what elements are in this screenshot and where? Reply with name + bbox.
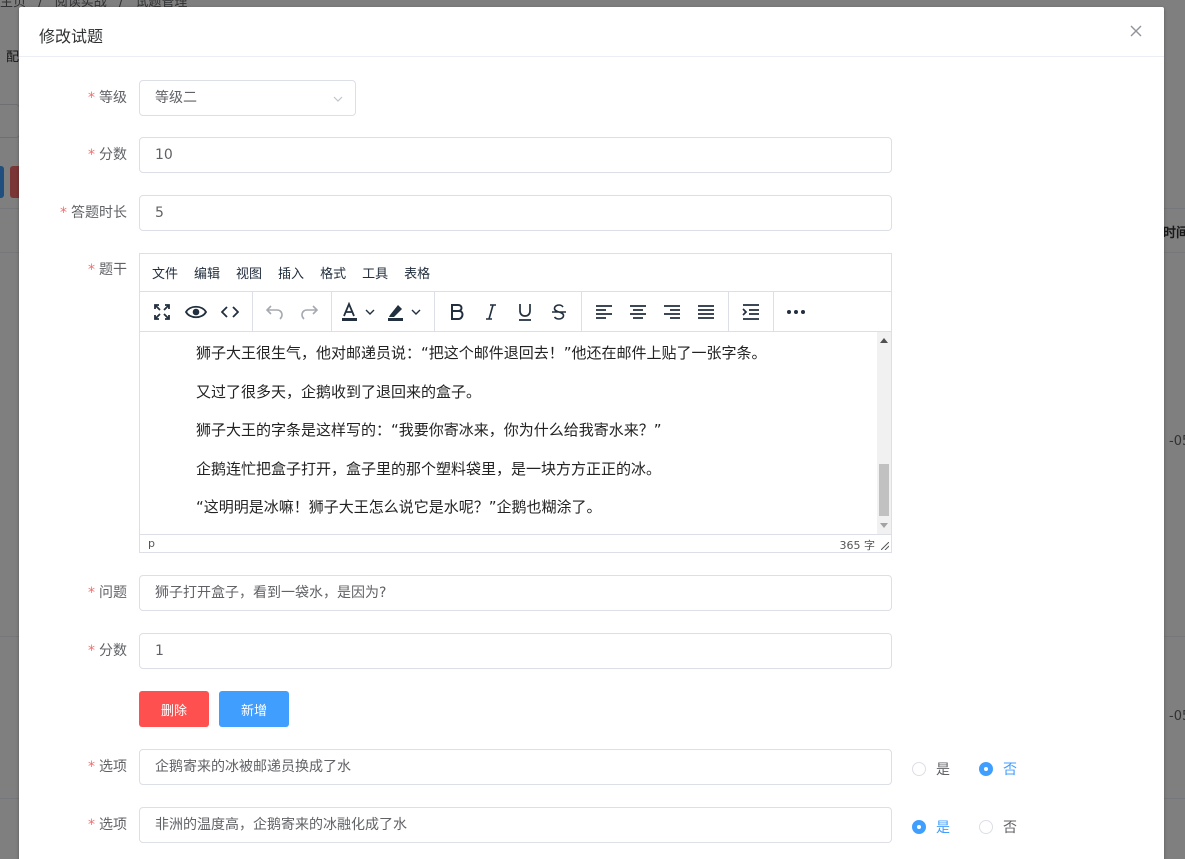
editor-menubar: 文件 编辑 视图 插入 格式 工具 表格 xyxy=(140,254,891,292)
radio-no[interactable]: 否 xyxy=(979,759,1017,779)
radio-circle xyxy=(912,820,926,834)
paragraph: 狮子大王的字条是这样写的：“我要你寄冰来，你为什么给我寄水来？” xyxy=(196,421,662,439)
scroll-down-icon[interactable] xyxy=(880,523,888,528)
label-question-score: * 分数 xyxy=(88,643,127,659)
label-text: 选项 xyxy=(99,759,127,775)
element-path[interactable]: p xyxy=(148,537,155,550)
radio-yes[interactable]: 是 xyxy=(912,759,950,779)
radio-no[interactable]: 否 xyxy=(979,817,1017,837)
add-button[interactable]: 新增 xyxy=(219,691,289,727)
edit-question-dialog: 修改试题 * 等级 等级二 * 分数 10 * 答题时长 5 * 题干 文件 编辑 视图… xyxy=(19,7,1164,859)
level-select[interactable]: 等级二 xyxy=(139,80,356,116)
duration-input[interactable]: 5 xyxy=(139,195,892,231)
question-input[interactable]: 狮子打开盒子，看到一袋水，是因为? xyxy=(139,575,892,611)
radio-yes[interactable]: 是 xyxy=(912,817,950,837)
radio-label: 否 xyxy=(1003,820,1017,836)
preview-eye-icon[interactable] xyxy=(179,295,213,329)
toolbar-group-color xyxy=(332,291,435,332)
source-code-icon[interactable] xyxy=(213,295,247,329)
label-text: 等级 xyxy=(99,90,127,106)
label-question: * 问题 xyxy=(88,585,127,601)
radio-label: 是 xyxy=(936,762,950,778)
scrollbar-thumb[interactable] xyxy=(879,464,889,516)
line-height-icon[interactable] xyxy=(734,295,768,329)
dialog-header: 修改试题 xyxy=(19,7,1164,57)
label-score: * 分数 xyxy=(88,147,127,163)
align-justify-icon[interactable] xyxy=(689,295,723,329)
menu-file[interactable]: 文件 xyxy=(152,263,178,282)
label-duration: * 答题时长 xyxy=(60,205,127,221)
align-right-icon[interactable] xyxy=(655,295,689,329)
redo-icon[interactable] xyxy=(292,295,326,329)
chevron-down-icon xyxy=(333,96,343,102)
menu-table[interactable]: 表格 xyxy=(404,263,430,282)
question-score-input[interactable]: 1 xyxy=(139,633,892,669)
editor-scrollbar[interactable] xyxy=(877,332,891,534)
dialog-title: 修改试题 xyxy=(39,27,104,46)
label-option: * 选项 xyxy=(88,817,127,833)
bold-icon[interactable] xyxy=(440,295,474,329)
undo-icon[interactable] xyxy=(258,295,292,329)
label-option: * 选项 xyxy=(88,759,127,775)
menu-tools[interactable]: 工具 xyxy=(362,263,388,282)
fullscreen-icon[interactable] xyxy=(145,295,179,329)
radio-label: 是 xyxy=(936,820,950,836)
menu-insert[interactable]: 插入 xyxy=(278,263,304,282)
label-stem: * 题干 xyxy=(88,262,127,278)
strikethrough-icon[interactable] xyxy=(542,295,576,329)
close-icon[interactable] xyxy=(1128,23,1144,39)
toolbar-group-more xyxy=(774,292,818,332)
align-left-icon[interactable] xyxy=(587,295,621,329)
radio-circle xyxy=(912,762,926,776)
delete-button[interactable]: 删除 xyxy=(139,691,209,727)
highlight-color-icon[interactable] xyxy=(383,295,429,329)
editor-statusbar: p 365 字 xyxy=(140,534,891,552)
resize-handle-icon[interactable] xyxy=(881,542,889,550)
text-color-icon[interactable] xyxy=(337,295,383,329)
rich-text-editor: 文件 编辑 视图 插入 格式 工具 表格 狮子大王很生气，他对邮递员说：“把这个… xyxy=(139,253,892,553)
toolbar-group-indent xyxy=(729,291,774,332)
paragraph: 狮子大王很生气，他对邮递员说：“把这个邮件退回去！”他还在邮件上贴了一张字条。 xyxy=(196,344,767,362)
radio-circle xyxy=(979,820,993,834)
editor-content[interactable]: 狮子大王很生气，他对邮递员说：“把这个邮件退回去！”他还在邮件上贴了一张字条。 … xyxy=(140,332,891,517)
underline-icon[interactable] xyxy=(508,295,542,329)
radio-circle xyxy=(979,762,993,776)
menu-view[interactable]: 视图 xyxy=(236,263,262,282)
paragraph: “这明明是冰嘛！狮子大王怎么说它是水呢？”企鹅也糊涂了。 xyxy=(196,498,602,516)
editor-body[interactable]: 狮子大王很生气，他对邮递员说：“把这个邮件退回去！”他还在邮件上贴了一张字条。 … xyxy=(140,332,891,534)
toolbar-group-view xyxy=(140,291,253,332)
label-text: 答题时长 xyxy=(71,205,127,221)
italic-icon[interactable] xyxy=(474,295,508,329)
radio-label: 否 xyxy=(1003,762,1017,778)
toolbar-group-history xyxy=(253,291,332,332)
toolbar-group-align xyxy=(582,291,729,332)
level-select-value: 等级二 xyxy=(155,90,197,106)
menu-format[interactable]: 格式 xyxy=(320,263,346,282)
menu-edit[interactable]: 编辑 xyxy=(194,263,220,282)
label-text: 问题 xyxy=(99,585,127,601)
label-level: * 等级 xyxy=(88,90,127,106)
editor-toolbar xyxy=(140,291,891,332)
option-input[interactable]: 非洲的温度高，企鹅寄来的冰融化成了水 xyxy=(139,807,892,843)
more-icon[interactable] xyxy=(779,295,813,329)
label-text: 选项 xyxy=(99,817,127,833)
word-count[interactable]: 365 字 xyxy=(840,537,876,553)
label-text: 分数 xyxy=(99,147,127,163)
paragraph: 又过了很多天，企鹅收到了退回来的盒子。 xyxy=(196,382,482,401)
label-text: 题干 xyxy=(99,262,127,278)
score-input[interactable]: 10 xyxy=(139,137,892,173)
paragraph: 企鹅连忙把盒子打开，盒子里的那个塑料袋里，是一块方方正正的冰。 xyxy=(196,459,662,478)
toolbar-group-style xyxy=(435,291,582,332)
scroll-up-icon[interactable] xyxy=(880,338,888,343)
label-text: 分数 xyxy=(99,643,127,659)
option-input[interactable]: 企鹅寄来的冰被邮递员换成了水 xyxy=(139,749,892,785)
align-center-icon[interactable] xyxy=(621,295,655,329)
